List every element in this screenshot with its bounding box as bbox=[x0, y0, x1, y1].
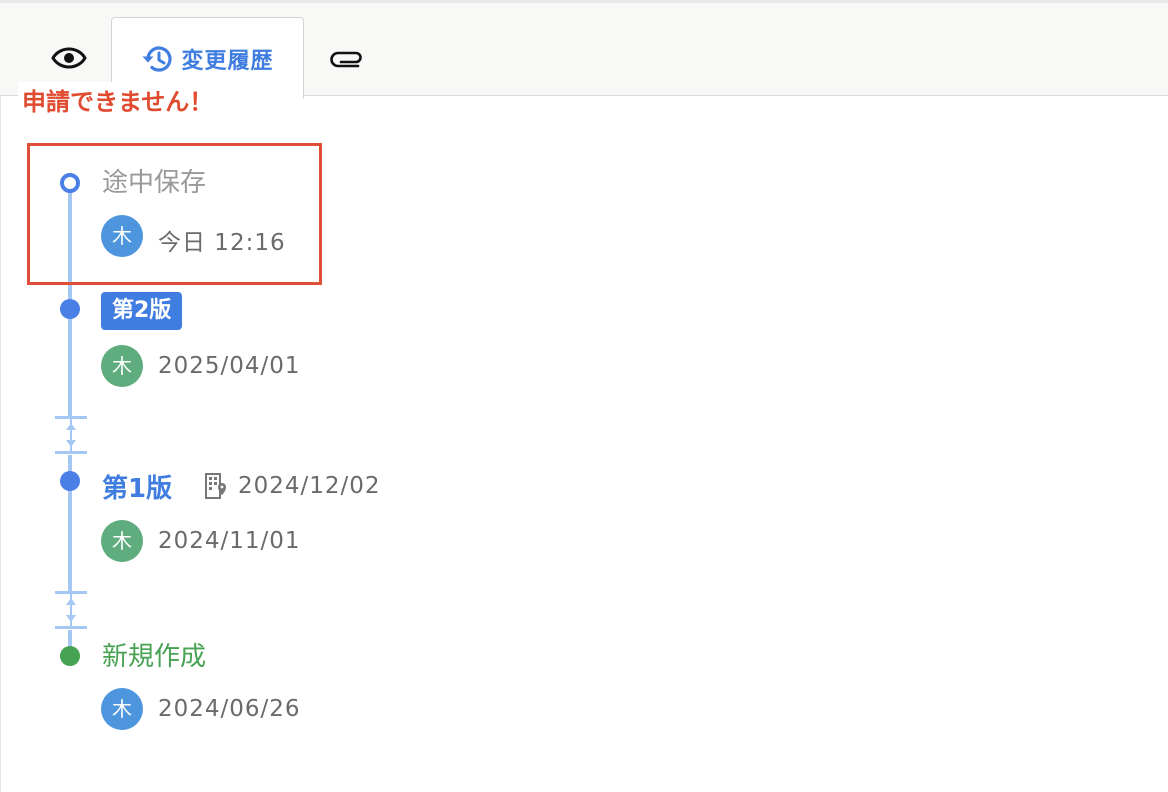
left-edge bbox=[0, 0, 1, 792]
entry-date-new: 2024/06/26 bbox=[158, 696, 301, 722]
entry-date-v1: 2024/11/01 bbox=[158, 528, 301, 554]
avatar: 木 bbox=[101, 688, 143, 730]
tab-attachments[interactable] bbox=[318, 29, 376, 87]
warning-message: 申請できません！ bbox=[18, 82, 302, 122]
timeline-dot-v1 bbox=[60, 471, 80, 491]
version-badge-v2[interactable]: 第2版 bbox=[101, 292, 183, 330]
highlight-box bbox=[27, 143, 322, 285]
publish-info: 2024/12/02 bbox=[204, 473, 381, 499]
eye-icon bbox=[51, 47, 87, 69]
entry-date-v2: 2025/04/01 bbox=[158, 353, 301, 379]
avatar: 木 bbox=[101, 345, 143, 387]
collapsed-history-toggle[interactable] bbox=[55, 416, 87, 454]
history-icon bbox=[142, 45, 173, 72]
timeline-dot-v2 bbox=[60, 299, 80, 319]
paperclip-icon bbox=[330, 51, 362, 68]
collapsed-history-toggle[interactable] bbox=[55, 591, 87, 629]
entry-title-v1[interactable]: 第1版 bbox=[102, 468, 172, 505]
tab-preview[interactable] bbox=[40, 29, 98, 87]
publish-date: 2024/12/02 bbox=[238, 473, 381, 499]
timeline-dot-new bbox=[60, 646, 80, 666]
entry-title-new[interactable]: 新規作成 bbox=[102, 636, 206, 673]
tab-history-label: 変更履歴 bbox=[181, 48, 274, 74]
avatar: 木 bbox=[101, 520, 143, 562]
office-building-icon bbox=[205, 473, 226, 499]
